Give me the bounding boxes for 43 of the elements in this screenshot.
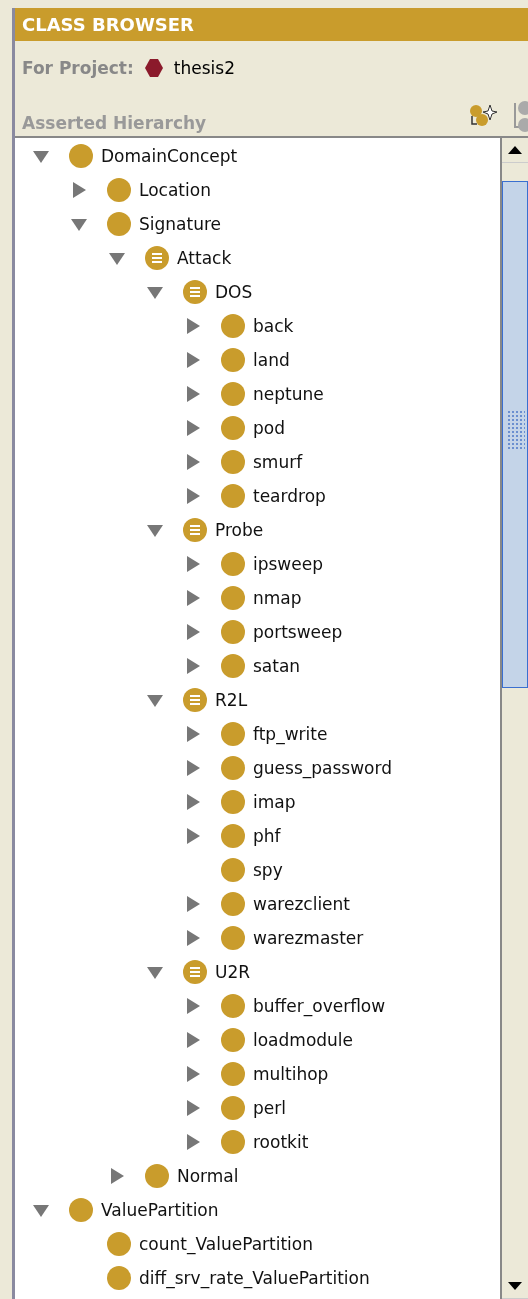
class-name[interactable]: count_ValuePartition [139,1234,313,1254]
class-name[interactable]: pod [253,418,285,438]
class-name[interactable]: phf [253,826,281,846]
class-name[interactable]: Attack [177,248,232,268]
class-name[interactable]: warezmaster [253,928,364,948]
class-name[interactable]: R2L [215,690,248,710]
class-name[interactable]: spy [253,860,283,880]
class-name[interactable]: DomainConcept [101,146,238,166]
class-name[interactable]: Normal [177,1166,239,1186]
class-name[interactable]: loadmodule [253,1030,354,1050]
class-name[interactable]: Signature [139,214,221,234]
class-name[interactable]: nmap [253,588,302,608]
create-class-icon[interactable] [468,104,498,128]
down-arrow-icon [507,1281,523,1291]
class-name[interactable]: ftp_write [253,724,328,744]
project-icon [143,58,164,78]
class-name[interactable]: Location [139,180,211,200]
class-name[interactable]: ipsweep [253,554,323,574]
class-name[interactable]: diff_srv_rate_ValuePartition [139,1268,370,1288]
class-name[interactable]: ValuePartition [101,1200,219,1220]
class-name[interactable]: neptune [253,384,324,404]
project-name: thesis2 [173,58,235,78]
class-name[interactable]: teardrop [253,486,326,506]
class-name[interactable]: rootkit [253,1132,309,1152]
hierarchy-label: Asserted Hierarchy [22,113,207,133]
class-name[interactable]: U2R [215,962,251,982]
project-label: For Project: [22,58,134,78]
class-name[interactable]: DOS [215,282,253,302]
class-name[interactable]: portsweep [253,622,343,642]
class-name[interactable]: land [253,350,290,370]
class-name[interactable]: warezclient [253,894,350,914]
up-arrow-icon [507,145,523,155]
class-name[interactable]: Probe [215,520,264,540]
class-name[interactable]: smurf [253,452,303,472]
class-name[interactable]: back [253,316,294,336]
scroll-thumb[interactable] [502,181,528,688]
class-name[interactable]: perl [253,1098,286,1118]
class-name[interactable]: imap [253,792,296,812]
panel-title: CLASS BROWSER [15,8,528,41]
class-name[interactable]: buffer_overflow [253,996,386,1016]
class-name[interactable]: multihop [253,1064,329,1084]
class-name[interactable]: satan [253,656,301,676]
class-name[interactable]: guess_password [253,758,392,778]
